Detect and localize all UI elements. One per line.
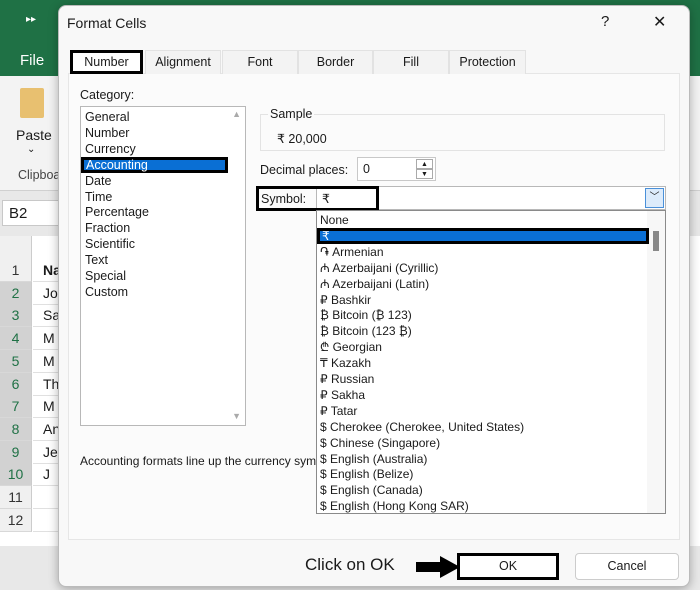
category-item-number[interactable]: Number (85, 125, 129, 141)
select-all-corner[interactable] (0, 236, 32, 259)
expand-icon[interactable]: ▸▸ (26, 14, 36, 25)
category-item-general[interactable]: General (85, 109, 129, 125)
row-header[interactable]: 7 (0, 395, 32, 419)
chevron-down-icon[interactable]: ⌄ (27, 144, 35, 155)
symbol-option[interactable]: ֏ Armenian (320, 244, 384, 260)
symbol-option[interactable]: ₽ Tatar (320, 403, 357, 419)
chevron-down-icon[interactable]: ﹀ (645, 188, 664, 208)
decimal-places-label: Decimal places: (260, 163, 349, 177)
category-item-percentage[interactable]: Percentage (85, 204, 149, 220)
symbol-option[interactable]: ₸ Kazakh (320, 355, 371, 371)
symbol-option[interactable]: None (320, 212, 349, 228)
decimal-places-value[interactable]: 0 (363, 162, 370, 176)
tab-protection[interactable]: Protection (449, 50, 526, 74)
arrow-icon (416, 562, 442, 572)
symbol-dropdown-list[interactable]: None ₹ ֏ Armenian ₼ Azerbaijani (Cyrillic) ₼… (316, 210, 666, 514)
help-button[interactable]: ? (601, 13, 609, 30)
paste-label[interactable]: Paste (16, 127, 52, 143)
category-label: Category: (80, 88, 135, 102)
category-item-currency[interactable]: Currency (85, 141, 136, 157)
scrollbar[interactable] (647, 211, 665, 513)
row-header[interactable]: 5 (0, 349, 32, 373)
row-header[interactable]: 3 (0, 304, 32, 328)
symbol-option[interactable]: ₿ Bitcoin (123 ₿) (320, 323, 412, 339)
file-tab[interactable]: File (20, 52, 44, 69)
category-item-special[interactable]: Special (85, 268, 126, 284)
paste-icon[interactable] (20, 88, 44, 118)
ok-button[interactable]: OK (457, 553, 559, 580)
symbol-highlight-box: Symbol: (256, 186, 379, 211)
annotation-text: Click on OK (305, 555, 395, 574)
row-header[interactable]: 2 (0, 281, 32, 305)
row-header[interactable]: 1 (0, 259, 32, 282)
tab-fill[interactable]: Fill (373, 50, 449, 74)
row-header[interactable]: 6 (0, 372, 32, 396)
cancel-button[interactable]: Cancel (575, 553, 679, 580)
close-button[interactable]: ✕ (653, 12, 666, 32)
symbol-option[interactable]: ₽ Russian (320, 371, 374, 387)
row-header[interactable]: 8 (0, 417, 32, 441)
clipboard-group-label: Clipboa (18, 168, 61, 182)
category-listbox[interactable]: ▲ ▼ General Number Currency Accounting Date T… (80, 106, 246, 426)
symbol-option[interactable]: ₽ Sakha (320, 387, 365, 403)
category-item-text[interactable]: Text (85, 252, 108, 268)
symbol-label: Symbol: (261, 192, 307, 206)
scroll-up-icon[interactable]: ▲ (232, 109, 241, 119)
category-item-time[interactable]: Time (85, 189, 112, 205)
row-header[interactable]: 4 (0, 327, 32, 351)
description-text: Accounting formats line up the currency … (80, 454, 317, 468)
symbol-option[interactable]: ₾ Georgian (320, 339, 382, 355)
category-item-custom[interactable]: Custom (85, 284, 128, 300)
tab-alignment[interactable]: Alignment (145, 50, 221, 74)
tab-font[interactable]: Font (222, 50, 298, 74)
row-header[interactable]: 9 (0, 440, 32, 464)
symbol-option[interactable]: $ Chinese (Singapore) (320, 435, 440, 451)
symbol-option[interactable]: $ English (Australia) (320, 451, 427, 467)
decimal-places-spinner[interactable]: 0 ▲ ▼ (357, 157, 436, 181)
category-item-date[interactable]: Date (85, 173, 111, 189)
scroll-down-icon[interactable]: ▼ (232, 411, 241, 421)
scrollbar-thumb[interactable] (653, 231, 659, 251)
sample-label: Sample (268, 107, 315, 121)
spin-up-icon[interactable]: ▲ (416, 159, 433, 169)
symbol-option[interactable]: ₼ Azerbaijani (Cyrillic) (320, 260, 438, 276)
symbol-option[interactable]: $ English (Canada) (320, 482, 423, 498)
symbol-option[interactable]: $ English (Hong Kong SAR) (320, 498, 469, 514)
category-item-accounting[interactable]: Accounting (81, 156, 228, 173)
tab-number[interactable]: Number (70, 50, 143, 74)
symbol-option[interactable]: ₽ Bashkir (320, 292, 371, 308)
dialog-title: Format Cells (67, 15, 147, 31)
row-header[interactable]: 11 (0, 486, 32, 509)
symbol-option[interactable]: ₹ (317, 227, 649, 244)
symbol-option[interactable]: ₿ Bitcoin (₿ 123) (320, 307, 412, 323)
name-box[interactable]: B2 (2, 200, 62, 226)
tab-border[interactable]: Border (298, 50, 373, 74)
category-item-scientific[interactable]: Scientific (85, 236, 135, 252)
sample-value: ₹ 20,000 (277, 132, 327, 146)
row-header[interactable]: 10 (0, 463, 32, 487)
category-item-fraction[interactable]: Fraction (85, 220, 130, 236)
symbol-option[interactable]: ₼ Azerbaijani (Latin) (320, 276, 429, 292)
symbol-option[interactable]: $ English (Belize) (320, 466, 413, 482)
spin-down-icon[interactable]: ▼ (416, 169, 433, 179)
symbol-option[interactable]: $ Cherokee (Cherokee, United States) (320, 419, 524, 435)
row-header[interactable]: 12 (0, 508, 32, 532)
